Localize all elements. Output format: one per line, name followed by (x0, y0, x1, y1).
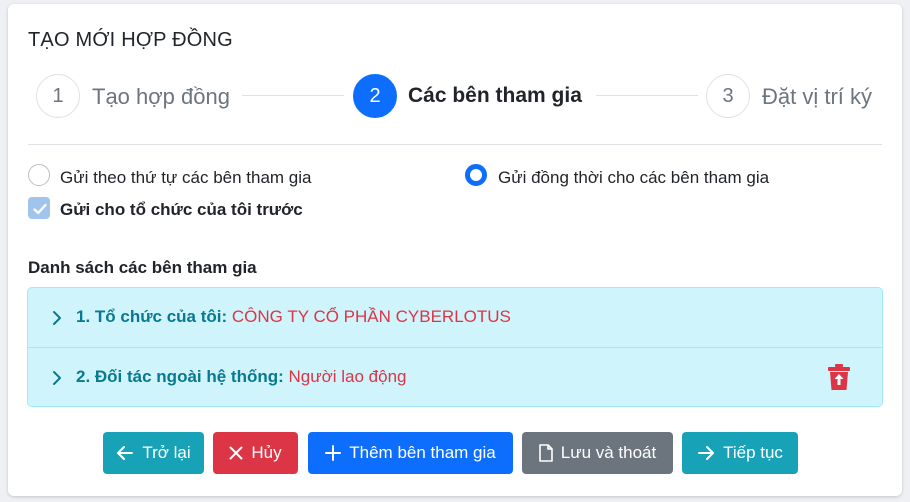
sequential-radio[interactable] (28, 164, 50, 186)
page-title: TẠO MỚI HỢP ĐỒNG (28, 29, 233, 51)
step-2-label[interactable]: Các bên tham gia (408, 84, 582, 108)
next-button[interactable]: Tiếp tục (682, 432, 798, 474)
cancel-button[interactable]: Hủy (213, 432, 298, 474)
cancel-button-label: Hủy (251, 443, 282, 462)
next-button-label: Tiếp tục (723, 443, 783, 462)
step-2-circle[interactable]: 2 (353, 74, 397, 118)
participants-title: Danh sách các bên tham gia (28, 258, 257, 277)
send-org-first-checkbox[interactable] (28, 197, 50, 219)
contract-create-card: TẠO MỚI HỢP ĐỒNG 1 Tạo hợp đồng 2 Các bê… (8, 4, 902, 496)
simultaneous-radio[interactable] (465, 164, 487, 186)
step-connector-1 (242, 95, 344, 96)
plus-icon (325, 445, 342, 461)
file-icon (538, 444, 553, 462)
step-3-circle[interactable]: 3 (706, 74, 750, 118)
back-button-label: Trở lại (142, 443, 191, 462)
back-button[interactable]: Trở lại (103, 432, 204, 474)
participant-value: CÔNG TY CỔ PHẦN CYBERLOTUS (231, 307, 511, 326)
save-exit-button[interactable]: Lưu và thoát (522, 432, 673, 474)
arrow-right-icon (698, 446, 715, 460)
participant-row[interactable]: 2. Đối tác ngoài hệ thống: Người lao độn… (28, 348, 882, 406)
simultaneous-radio-label[interactable]: Gửi đồng thời cho các bên tham gia (498, 168, 769, 188)
add-participant-button[interactable]: Thêm bên tham gia (308, 432, 513, 474)
divider (28, 144, 882, 145)
participant-key: 2. Đối tác ngoài hệ thống: (76, 367, 284, 386)
step-1-label[interactable]: Tạo hợp đồng (92, 84, 230, 110)
step-3-label[interactable]: Đặt vị trí ký (762, 84, 872, 110)
arrow-left-icon (117, 446, 134, 460)
participant-value: Người lao động (288, 367, 407, 386)
chevron-right-icon[interactable] (52, 310, 62, 326)
participant-row[interactable]: 1. Tổ chức của tôi: CÔNG TY CỔ PHẦN CYBE… (28, 288, 882, 348)
participant-text: 1. Tổ chức của tôi: CÔNG TY CỔ PHẦN CYBE… (76, 307, 511, 327)
step-connector-2 (596, 95, 698, 96)
sequential-radio-label[interactable]: Gửi theo thứ tự các bên tham gia (60, 168, 312, 188)
participant-key: 1. Tổ chức của tôi: (76, 307, 228, 326)
save-exit-button-label: Lưu và thoát (560, 443, 657, 462)
chevron-right-icon[interactable] (52, 370, 62, 386)
check-icon (33, 203, 47, 215)
add-participant-button-label: Thêm bên tham gia (349, 443, 496, 462)
x-icon (229, 446, 243, 460)
send-org-first-label[interactable]: Gửi cho tổ chức của tôi trước (60, 200, 303, 220)
participants-accordion: 1. Tổ chức của tôi: CÔNG TY CỔ PHẦN CYBE… (27, 287, 883, 407)
trash-icon[interactable] (828, 364, 850, 390)
step-1-circle[interactable]: 1 (36, 74, 80, 118)
participant-text: 2. Đối tác ngoài hệ thống: Người lao độn… (76, 367, 407, 387)
